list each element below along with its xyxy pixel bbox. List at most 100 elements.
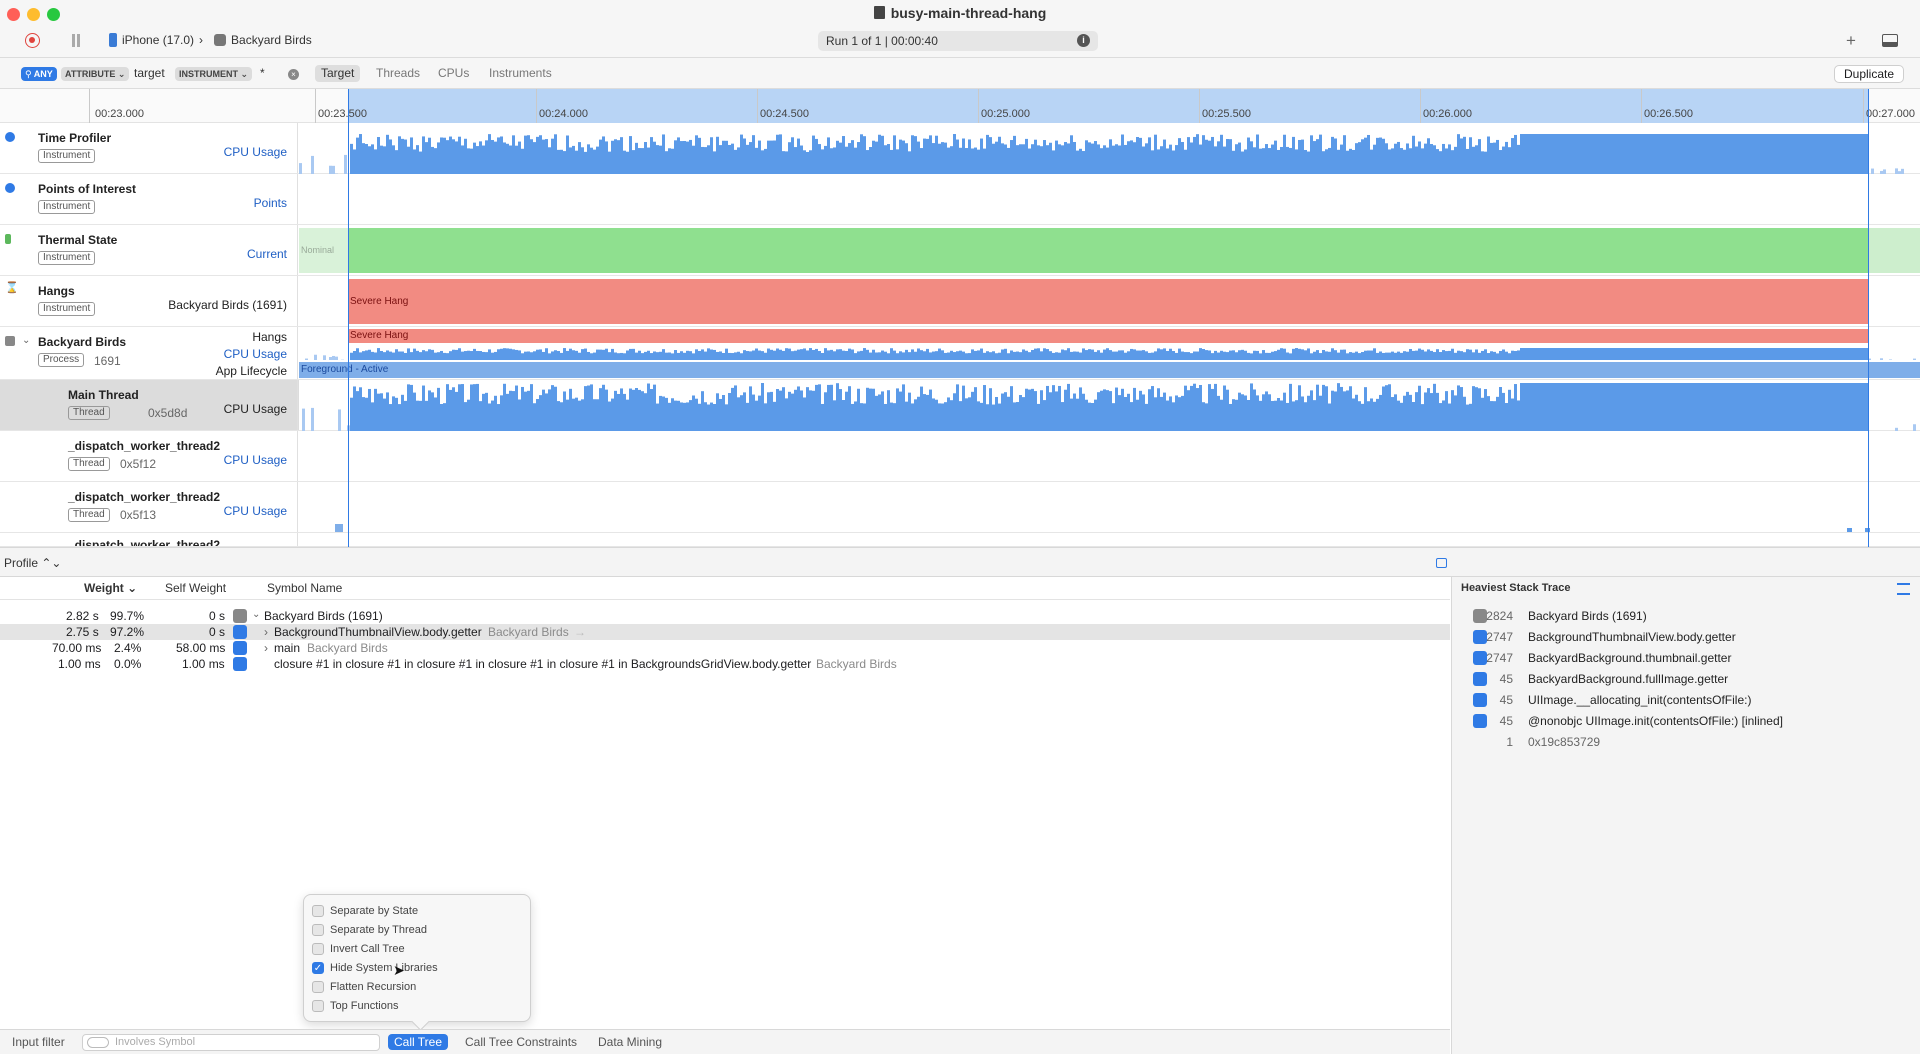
table-row[interactable]: 2.75 s 97.2% 0 s › BackgroundThumbnailVi… (0, 624, 1450, 640)
stack-frame[interactable]: 2747 BackgroundThumbnailView.body.getter (1452, 628, 1920, 646)
track-subtitle[interactable]: Backyard Birds (1691) (168, 298, 287, 312)
record-button[interactable] (25, 33, 40, 48)
scope-threads[interactable]: Threads (370, 65, 426, 82)
run-indicator[interactable]: Run 1 of 1 | 00:00:40 i (818, 31, 1098, 51)
stack-frame[interactable]: 2824 Backyard Birds (1691) (1452, 607, 1920, 625)
track-points-of-interest[interactable]: Points of Interest Instrument Points (0, 174, 1920, 225)
option-flatten-recursion[interactable]: Flatten Recursion (312, 979, 416, 995)
disclosure-chevron-icon[interactable]: › (264, 641, 268, 655)
subtrack-cpu-usage[interactable]: CPU Usage (224, 347, 287, 361)
chevron-down-icon[interactable]: ⌄ (22, 335, 30, 346)
checkbox[interactable] (312, 1000, 324, 1012)
option-invert-call-tree[interactable]: Invert Call Tree (312, 941, 405, 957)
checkbox[interactable] (312, 905, 324, 917)
scope-target[interactable]: Target (315, 65, 361, 82)
track-dispatch-worker-2[interactable]: _dispatch_worker_thread2 Thread 0x5f13 C… (0, 482, 1920, 533)
duplicate-button[interactable]: Duplicate (1834, 65, 1905, 83)
subtrack-hangs[interactable]: Hangs (252, 330, 287, 344)
tab-call-tree-constraints[interactable]: Call Tree Constraints (459, 1034, 583, 1050)
sidebar-toggle-icon[interactable] (1436, 558, 1447, 568)
track-dispatch-worker-3[interactable]: _dispatch_worker_thread2 (0, 533, 1920, 547)
track-header[interactable]: Thermal State Instrument Current (0, 225, 298, 275)
table-row[interactable]: 1.00 ms 0.0% 1.00 ms closure #1 in closu… (0, 656, 1450, 672)
column-symbol-name[interactable]: Symbol Name (267, 581, 342, 595)
column-self-weight[interactable]: Self Weight (165, 581, 226, 595)
cpu-usage-lane[interactable] (299, 123, 1920, 174)
pause-button[interactable] (70, 34, 82, 47)
tab-call-tree[interactable]: Call Tree (388, 1034, 449, 1050)
panel-toggle-icon[interactable] (1882, 34, 1898, 47)
filter-icon[interactable] (87, 1037, 109, 1048)
checkbox[interactable] (312, 924, 324, 936)
track-header[interactable]: ⌄ Backyard Birds Process 1691 Hangs CPU … (0, 327, 298, 379)
clear-filter-icon[interactable]: × (288, 69, 299, 80)
stack-frame[interactable]: 45 BackyardBackground.fullImage.getter (1452, 670, 1920, 688)
option-hide-system-libraries[interactable]: ✓ Hide System Libraries (312, 960, 438, 976)
selection-end-line[interactable] (1868, 89, 1869, 547)
track-thermal-state[interactable]: Thermal State Instrument Current Nominal (0, 225, 1920, 276)
process-lanes[interactable]: Severe Hang Foreground - Active (299, 327, 1920, 379)
thermal-lane[interactable]: Nominal (299, 225, 1920, 275)
track-header[interactable]: ⌛ Hangs Instrument Backyard Birds (1691) (0, 276, 298, 326)
scope-cpus[interactable]: CPUs (432, 65, 475, 82)
stack-frame[interactable]: 1 0x19c853729 (1452, 733, 1920, 751)
profile-selector[interactable]: Profile ⌃⌄ (4, 556, 61, 570)
track-header[interactable]: _dispatch_worker_thread2 Thread 0x5f12 C… (0, 431, 298, 481)
track-dispatch-worker-1[interactable]: _dispatch_worker_thread2 Thread 0x5f12 C… (0, 431, 1920, 482)
track-subtitle[interactable]: CPU Usage (224, 145, 287, 159)
table-row[interactable]: 70.00 ms 2.4% 58.00 ms › main Backyard B… (0, 640, 1450, 656)
info-icon[interactable]: i (1077, 34, 1090, 47)
timeline-ruler[interactable]: 00:23.000 00:23.500 00:24.000 00:24.500 … (0, 89, 1920, 123)
track-subtitle[interactable]: CPU Usage (224, 402, 287, 416)
checkbox[interactable] (312, 981, 324, 993)
option-separate-by-state[interactable]: Separate by State (312, 903, 418, 919)
track-hangs[interactable]: ⌛ Hangs Instrument Backyard Birds (1691)… (0, 276, 1920, 327)
track-header[interactable]: _dispatch_worker_thread2 (0, 533, 298, 546)
track-header[interactable]: Points of Interest Instrument Points (0, 174, 298, 224)
filter-term[interactable]: target (134, 66, 165, 80)
process-hang-bar[interactable] (348, 329, 1868, 343)
app-lifecycle-bar[interactable] (299, 362, 1920, 378)
any-filter-chip[interactable]: ⚲ ANY (21, 67, 57, 81)
scope-instruments[interactable]: Instruments (483, 65, 558, 82)
attribute-chip[interactable]: ATTRIBUTE ⌄ (61, 67, 130, 81)
stack-frame[interactable]: 2747 BackyardBackground.thumbnail.getter (1452, 649, 1920, 667)
option-top-functions[interactable]: Top Functions (312, 998, 398, 1014)
track-subtitle[interactable]: Points (254, 196, 287, 210)
stack-frame[interactable]: 45 @nonobjc UIImage.init(contentsOfFile:)… (1452, 712, 1920, 730)
call-tree-table[interactable]: Weight ⌄ Self Weight Symbol Name 2.82 s … (0, 577, 1450, 1029)
checkbox-checked[interactable]: ✓ (312, 962, 324, 974)
track-header[interactable]: Time Profiler Instrument CPU Usage (0, 123, 298, 173)
subtrack-app-lifecycle[interactable]: App Lifecycle (216, 364, 287, 378)
instrument-chip[interactable]: INSTRUMENT ⌄ (175, 67, 253, 81)
points-lane[interactable] (299, 174, 1920, 224)
track-backyard-birds-process[interactable]: ⌄ Backyard Birds Process 1691 Hangs CPU … (0, 327, 1920, 380)
track-header[interactable]: Main Thread Thread 0x5d8d CPU Usage (28, 380, 298, 430)
hangs-lane[interactable]: Severe Hang (299, 276, 1920, 326)
track-subtitle[interactable]: Current (247, 247, 287, 261)
worker-lane[interactable] (299, 431, 1920, 481)
disclosure-chevron-icon[interactable]: ⌄ (252, 609, 260, 620)
target-selector[interactable]: iPhone (17.0) › Backyard Birds (109, 33, 312, 47)
severe-hang-bar[interactable] (348, 279, 1868, 324)
checkbox[interactable] (312, 943, 324, 955)
worker-lane[interactable] (299, 482, 1920, 532)
selection-start-line[interactable] (348, 89, 349, 547)
expand-icon[interactable] (1897, 583, 1910, 595)
tab-data-mining[interactable]: Data Mining (592, 1034, 668, 1050)
track-time-profiler[interactable]: Time Profiler Instrument CPU Usage (0, 123, 1920, 174)
disclosure-chevron-icon[interactable]: › (264, 625, 268, 639)
track-main-thread[interactable]: Main Thread Thread 0x5d8d CPU Usage (0, 380, 1920, 431)
column-weight[interactable]: Weight ⌄ (84, 581, 137, 595)
track-subtitle[interactable]: CPU Usage (224, 504, 287, 518)
table-row[interactable]: 2.82 s 99.7% 0 s ⌄ Backyard Birds (1691) (0, 608, 1450, 624)
process-cpu-lane[interactable] (299, 344, 1920, 360)
navigate-arrow-icon[interactable]: → (574, 625, 586, 639)
involves-symbol-input[interactable]: Involves Symbol (82, 1034, 380, 1051)
filter-wildcard[interactable]: * (260, 66, 265, 80)
add-instrument-icon[interactable]: + (1846, 31, 1856, 51)
stack-frame[interactable]: 45 UIImage.__allocating_init(contentsOfFi… (1452, 691, 1920, 709)
track-header[interactable]: _dispatch_worker_thread2 Thread 0x5f13 C… (0, 482, 298, 532)
option-separate-by-thread[interactable]: Separate by Thread (312, 922, 427, 938)
track-subtitle[interactable]: CPU Usage (224, 453, 287, 467)
